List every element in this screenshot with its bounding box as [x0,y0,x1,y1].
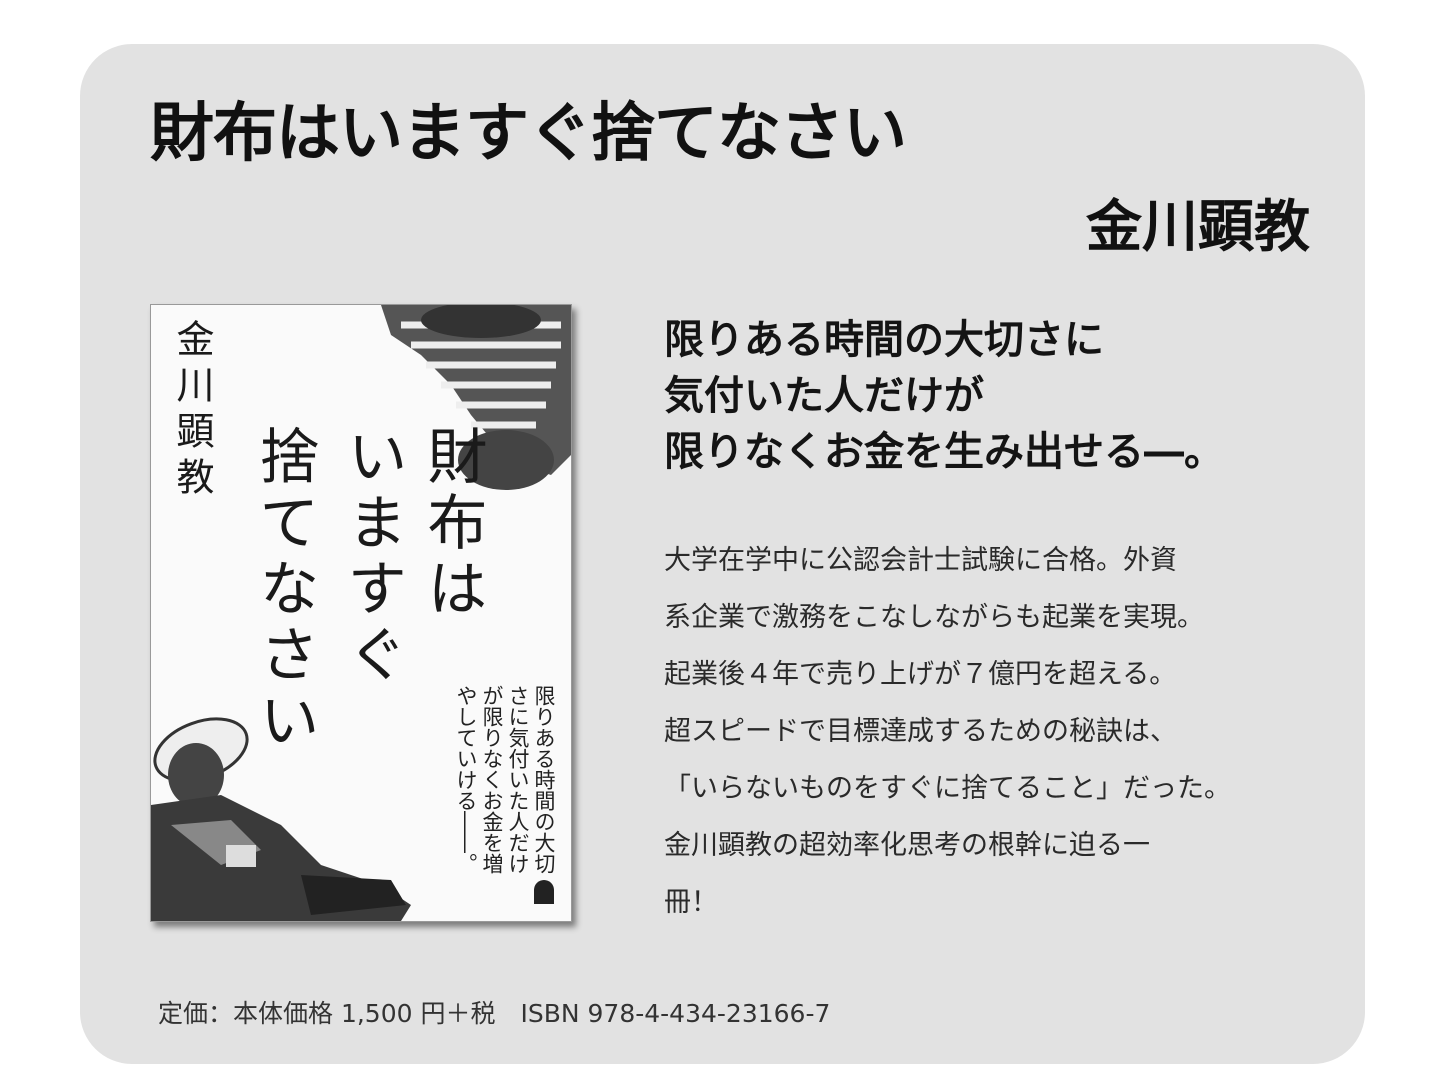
description-line: 超スピードで目標達成するための秘訣は、 [664,716,1177,747]
cover-title-line: 捨てなさい [249,425,319,755]
description-line: 起業後４年で売り上げが７億円を超える。 [664,659,1177,690]
book-cover-image: 金川顕教 財布は いますぐ 捨てなさい 限りある時間の大切さに気付いた人だけが限… [150,304,572,922]
description-line: 金川顕教の超効率化思考の根幹に迫る一 [664,830,1150,861]
catchphrase-line: 限りなくお金を生み出せる―。 [664,429,1224,475]
catchphrase: 限りある時間の大切さに 気付いた人だけが 限りなくお金を生み出せる―。 [664,312,1324,480]
description-line: 「いらないものをすぐに捨てること」だった。 [664,773,1231,804]
book-title: 財布はいますぐ捨てなさい [150,97,907,171]
catchphrase-line: 限りある時間の大切さに [664,317,1104,363]
catchphrase-line: 気付いた人だけが [664,373,984,419]
cover-title-line: 財布は [417,425,487,623]
cover-author-text: 金川顕教 [170,319,214,503]
description-line: 冊！ [664,887,718,918]
description-line: 大学在学中に公認会計士試験に合格。外資 [664,545,1177,576]
price-isbn: 定価：本体価格 1,500 円＋税 ISBN 978-4-434-23166-7 [158,999,831,1028]
cover-title-line: いますぐ [337,425,407,689]
cover-copy-text: 限りある時間の大切さに気付いた人だけが限りなくお金を増やしていける――。 [454,685,556,874]
book-author: 金川顕教 [1086,195,1310,260]
book-description: 大学在学中に公認会計士試験に合格。外資 系企業で激務をこなしながらも起業を実現。… [664,532,1324,931]
description-line: 系企業で激務をこなしながらも起業を実現。 [664,602,1204,633]
